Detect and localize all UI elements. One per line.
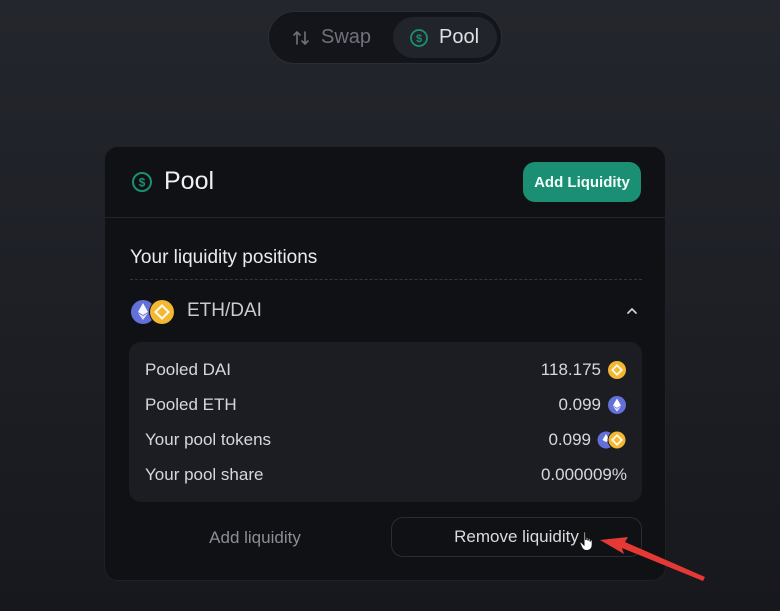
pool-card: $ Pool Add Liquidity Your liquidity posi…	[104, 146, 666, 581]
detail-label: Pooled ETH	[145, 395, 237, 414]
pool-card-header: $ Pool Add Liquidity	[105, 147, 665, 218]
detail-value: 0.099	[548, 430, 591, 449]
detail-value-group: 0.000009%	[541, 465, 627, 485]
tab-pool-label: Pool	[439, 26, 480, 48]
add-liquidity-button[interactable]: Add Liquidity	[523, 162, 641, 202]
detail-value-group: 0.099	[548, 430, 627, 450]
add-liquidity-link[interactable]: Add liquidity	[129, 519, 381, 557]
pair-token-icon	[130, 298, 178, 326]
section-title: Your liquidity positions	[130, 247, 318, 268]
detail-label: Your pool share	[145, 465, 264, 484]
pair-token-icon	[597, 430, 627, 450]
svg-text:$: $	[416, 33, 422, 45]
tab-pool[interactable]: $ Pool	[393, 17, 497, 58]
detail-value-group: 0.099	[558, 395, 627, 415]
detail-value-group: 118.175	[541, 360, 627, 380]
detail-label: Pooled DAI	[145, 360, 231, 379]
annotation-arrow-icon	[590, 526, 710, 586]
detail-value: 0.099	[558, 395, 601, 414]
detail-row-pooled-eth: Pooled ETH 0.099	[145, 393, 627, 417]
pool-title: Pool	[164, 167, 215, 195]
detail-value: 118.175	[540, 360, 601, 379]
detail-row-pool-tokens: Your pool tokens 0.099	[145, 428, 627, 452]
tab-swap-label: Swap	[321, 26, 372, 48]
position-row-eth-dai[interactable]: ETH/DAI	[130, 297, 642, 327]
detail-label: Your pool tokens	[145, 430, 272, 449]
svg-text:$: $	[139, 176, 146, 190]
dollar-circle-icon: $	[131, 171, 153, 193]
detail-value: 0.000009%	[540, 465, 627, 484]
eth-token-icon	[607, 395, 627, 415]
swap-icon	[291, 28, 311, 48]
tab-swap[interactable]: Swap	[277, 17, 389, 58]
dollar-circle-icon: $	[409, 28, 429, 48]
detail-row-pool-share: Your pool share 0.000009%	[145, 463, 627, 487]
swap-pool-switcher: Swap $ Pool	[268, 11, 502, 64]
section-divider	[130, 279, 642, 280]
dai-token-icon	[607, 360, 627, 380]
chevron-up-icon[interactable]	[624, 303, 640, 319]
pair-label: ETH/DAI	[187, 300, 262, 321]
detail-row-pooled-dai: Pooled DAI 118.175	[145, 358, 627, 382]
position-details: Pooled DAI 118.175 Pooled ETH 0.099 Your…	[129, 342, 642, 502]
